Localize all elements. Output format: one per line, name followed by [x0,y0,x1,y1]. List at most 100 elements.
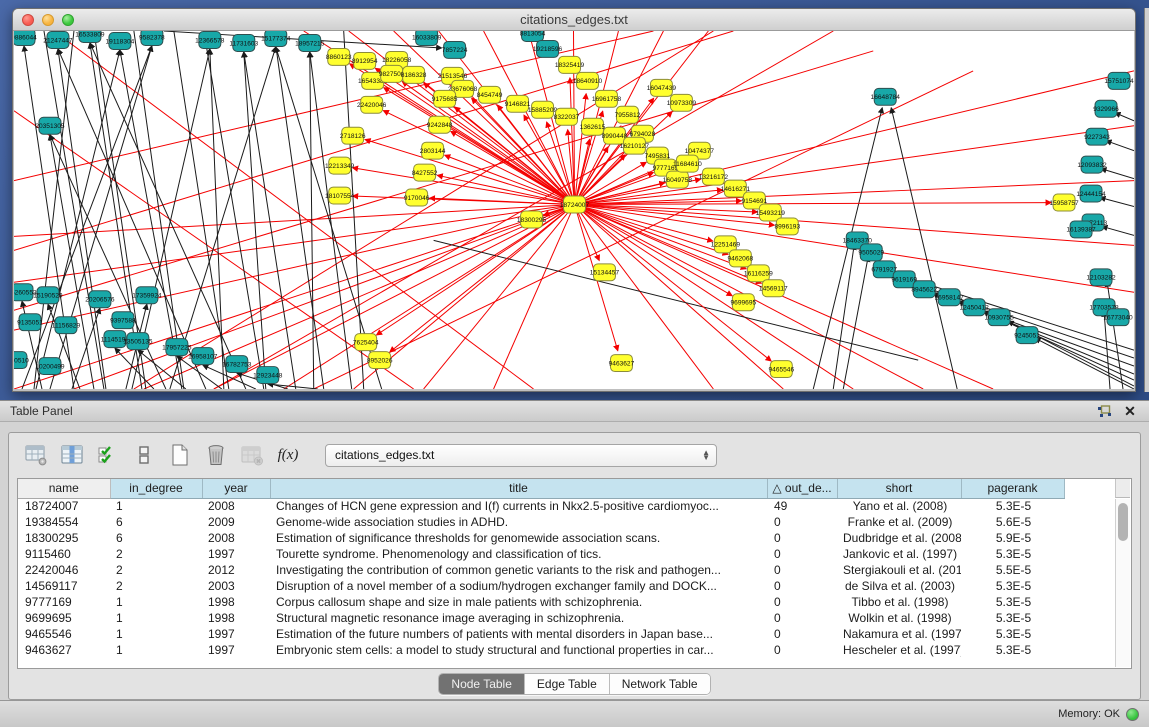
graph-node-2803144[interactable]: 2803144 [420,142,446,159]
graph-node-12450412[interactable]: 12450412 [959,299,989,316]
graph-node-16958107[interactable]: 16958107 [188,348,218,365]
graph-node-16773040[interactable]: 16773040 [1103,309,1133,326]
graph-node-9397588[interactable]: 9397588 [110,312,136,329]
table-row[interactable]: 1938455462009Genome-wide association stu… [18,514,1064,530]
graph-node-18325419[interactable]: 18325419 [555,56,585,73]
graph-node-15751074[interactable]: 15751074 [1104,72,1134,89]
graph-node-16533809[interactable]: 16533809 [75,31,105,42]
minimize-window-icon[interactable] [42,14,54,26]
show-columns-icon[interactable] [59,442,85,468]
table-row[interactable]: 2242004622012Investigating the contribut… [18,562,1064,578]
graph-node-14569117[interactable]: 14569117 [759,280,788,297]
column-header-in_degree[interactable]: in_degree [110,479,202,498]
vertical-scrollbar[interactable] [1115,499,1130,667]
graph-node-8186328[interactable]: 8186328 [401,66,427,83]
graph-node-9530510[interactable]: 9530510 [14,352,29,369]
graph-node-17359924[interactable]: 17359924 [132,287,162,304]
graph-node-10930755[interactable]: 10930755 [984,309,1014,326]
graph-node-16648784[interactable]: 16648784 [871,88,901,105]
table-selector-dropdown[interactable]: citations_edges.txt ▲▼ [325,444,717,467]
graph-node-20206576[interactable]: 20206576 [85,291,115,308]
scrollbar-thumb[interactable] [1118,503,1128,541]
graph-node-9582378[interactable]: 9582378 [139,31,165,45]
memory-ok-indicator-icon[interactable] [1126,708,1139,721]
graph-node-9146821[interactable]: 9146821 [505,95,531,112]
row-height-icon[interactable] [131,442,157,468]
graph-node-11684610[interactable]: 11684610 [673,155,702,172]
tab-network-table[interactable]: Network Table [610,674,710,694]
graph-node-8945622[interactable]: 8945622 [911,281,937,298]
graph-node-13505135[interactable]: 13505135 [123,333,153,350]
graph-node-9242848[interactable]: 9242848 [427,116,453,133]
graph-node-8427552[interactable]: 8427552 [412,164,438,181]
graph-node-12366578[interactable]: 12366578 [195,31,225,48]
graph-node-9699695[interactable]: 9699695 [731,294,757,311]
table-row[interactable]: 977716911998Corpus callosum shape and si… [18,594,1064,610]
close-panel-icon[interactable]: ✕ [1121,403,1139,419]
graph-node-16033809[interactable]: 16033809 [412,31,442,45]
graph-node-18640910[interactable]: 18640910 [573,72,603,89]
column-header-title[interactable]: title [270,479,767,498]
column-header-short[interactable]: short [837,479,961,498]
graph-node-13216172[interactable]: 13216172 [699,168,729,185]
tab-node-table[interactable]: Node Table [439,674,525,694]
network-graph[interactable]: 1872400788601238912954182260581654338298… [14,31,1134,389]
graph-node-9170046[interactable]: 9170046 [404,189,430,206]
graph-node-9462068[interactable]: 9462068 [728,250,754,267]
graph-node-2718126[interactable]: 2718126 [340,127,366,144]
new-file-icon[interactable] [167,442,193,468]
graph-node-18300295[interactable]: 18300295 [517,211,547,228]
graph-node-22420046[interactable]: 22420046 [357,96,387,113]
graph-node-8912954[interactable]: 8912954 [352,52,378,69]
graph-node-12093832[interactable]: 12093832 [1077,156,1107,173]
table-row[interactable]: 969969511998Structural magnetic resonanc… [18,610,1064,626]
graph-node-10200499[interactable]: 10200499 [35,358,65,375]
graph-node-12213349[interactable]: 12213349 [325,157,355,174]
table-row[interactable]: 1872400712008Changes of HCN gene express… [18,498,1064,514]
graph-node-9245051[interactable]: 9245051 [1014,327,1040,344]
graph-node-8952026[interactable]: 8952026 [367,352,393,369]
graph-node-16116259[interactable]: 16116259 [744,265,773,282]
graph-node-9135051[interactable]: 9135051 [17,314,43,331]
graph-node-15190529[interactable]: 15190529 [33,287,63,304]
network-canvas[interactable]: 1872400788601238912954182260581654338298… [14,31,1134,389]
tab-edge-table[interactable]: Edge Table [525,674,610,694]
table-row[interactable]: 946554611997Estimation of the future num… [18,626,1064,642]
graph-node-16958147[interactable]: 16958147 [935,289,965,306]
graph-node-15958757[interactable]: 15958757 [1049,194,1079,211]
graph-node-11156829[interactable]: 11156829 [52,317,81,334]
graph-node-12103282[interactable]: 12103282 [1086,269,1116,286]
graph-node-15177374[interactable]: 15177374 [261,31,291,46]
graph-node-9505029[interactable]: 9505029 [858,244,884,261]
graph-node-18107554[interactable]: 18107554 [325,187,355,204]
graph-node-16961758[interactable]: 16961758 [592,90,622,107]
graph-node-9329966[interactable]: 9329966 [1093,100,1119,117]
column-header-out_degree[interactable]: △ out_de... [767,479,837,498]
graph-node-7955812[interactable]: 7955812 [615,106,641,123]
graph-node-9175685[interactable]: 9175685 [432,90,458,107]
select-rows-icon[interactable] [95,442,121,468]
close-window-icon[interactable] [22,14,34,26]
graph-node-19118304[interactable]: 19118304 [106,32,135,49]
graph-node-12444154[interactable]: 12444154 [1076,185,1106,202]
graph-node-16047439[interactable]: 16047439 [647,79,677,96]
graph-node-8454749[interactable]: 8454749 [477,86,503,103]
graph-node-9227343[interactable]: 9227343 [1084,128,1110,145]
graph-node-16782753[interactable]: 16782753 [222,356,252,373]
graph-node-16049758[interactable]: 16049758 [663,171,693,188]
delete-rows-trash-icon[interactable] [203,442,229,468]
table-row[interactable]: 946362711997Embryonic stem cells: a mode… [18,642,1064,658]
graph-node-18957215[interactable]: 18957215 [295,34,325,51]
graph-node-21247447[interactable]: 21247447 [43,31,73,48]
column-header-year[interactable]: year [202,479,270,498]
graph-node-8813054[interactable]: 8813054 [520,31,546,41]
table-row[interactable]: 911546021997Tourette syndrome. Phenomeno… [18,546,1064,562]
graph-node-11731603[interactable]: 11731603 [229,34,258,51]
network-window-titlebar[interactable]: citations_edges.txt [13,9,1135,31]
graph-node-16210127[interactable]: 16210127 [620,137,650,154]
graph-node-18724007[interactable]: 18724007 [560,196,590,213]
graph-node-7625404[interactable]: 7625404 [353,334,379,351]
graph-node-7857224[interactable]: 7857224 [442,41,468,58]
graph-node-9465546[interactable]: 9465546 [768,361,794,378]
graph-node-19218596[interactable]: 19218596 [533,40,563,57]
